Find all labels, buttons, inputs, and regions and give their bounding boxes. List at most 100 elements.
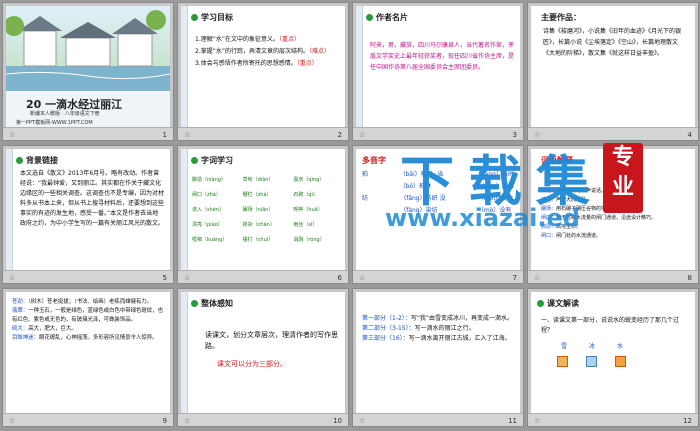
- bullet-icon: [191, 14, 198, 21]
- goal-text: 1.理解“水”在文中的象征意义。: [195, 36, 279, 43]
- slide-thumbnail-12[interactable]: 课文解读 一、读课文第一部分，说说水的蜕变经历了那几个过程？ 雪 冰 水 ☆ 1…: [527, 288, 699, 427]
- slide-heading: 学习目标: [191, 12, 233, 23]
- site-label: 第一PPT模板网-WWW.1PPT.COM: [16, 120, 93, 126]
- slide-thumbnail-2[interactable]: 学习目标 1.理解“水”在文中的象征意义。（重点） 2.掌握“水”的行踪，弄清文…: [177, 2, 349, 141]
- slide-grid: 20 一滴水经过丽江 新编本人教版 · 八年级语文下册 第一PPT模板网-WWW…: [0, 0, 700, 431]
- task-text: 读课文，划分文章层次，理清作者的写作思路。: [205, 331, 338, 350]
- answer-text: 课文可以分为三部分。: [217, 360, 287, 368]
- definition-word: 苍劲：: [12, 299, 29, 305]
- slide-thumbnail-5[interactable]: 背景链接 本文选自《散文》2013年6月号。略有改动。作者曾经说：“我最钟爱，又…: [2, 145, 174, 284]
- slide-number: 5: [162, 274, 167, 282]
- part-label: 第二部分（3-15）：: [362, 325, 415, 332]
- slide-heading: 整体感知: [191, 298, 233, 309]
- slide-thumbnail-3[interactable]: 作者名片 阿来，男，藏族，四川马尔康县人，当代著名作家，茅盾文学奖史上最年轻获奖…: [352, 2, 524, 141]
- slide-footer: ☆ 5: [3, 270, 173, 283]
- slide-footer: ☆ 9: [3, 413, 173, 426]
- question-text: 一、读课文第一部分，说说水的蜕变经历了那几个过程？: [541, 317, 680, 334]
- slide-heading: 课文解读: [537, 298, 579, 309]
- definition-text: 高大，肥大，巨大。: [28, 326, 77, 332]
- heading-text: 学习目标: [201, 13, 233, 22]
- goal-item: 2.掌握“水”的行踪，弄清文章的层次结构。（难点）: [195, 46, 339, 58]
- left-stripe: [181, 292, 188, 414]
- part-item: 第一部分（1-2）：写“我”由雪变成冰川，再变成一滴水。: [362, 314, 514, 324]
- vocab-cell: 雨丝（sī）: [293, 222, 318, 228]
- slide-number: 6: [337, 274, 342, 282]
- left-stripe: [181, 149, 188, 271]
- goal-text: 2.掌握“水”的行踪，弄清文章的层次结构。: [195, 48, 309, 55]
- vocab-row: 漂亮（piào） 掺杂（chān） 雨丝（sī）: [192, 218, 342, 233]
- vocab-row: 闸口（zhá） 栅栏（zhà） 石砌（qì）: [192, 188, 342, 203]
- author-bio: 阿来，男，藏族，四川马尔康县人，当代著名作家，茅盾文学奖史上最年轻获奖者，现任四…: [370, 42, 515, 71]
- slide-thumbnail-9[interactable]: 苍劲：（树木）苍老挺拔；（书法、绘画）老练而雄健有力。 翡翠：一种玉石，一般是绿…: [2, 288, 174, 427]
- transition-icon: ☆: [534, 274, 541, 282]
- town-illustration: [4, 10, 171, 91]
- bullet-icon: [191, 157, 198, 164]
- slide-number: 8: [687, 274, 692, 282]
- snowflake-icon: [557, 356, 568, 367]
- transition-icon: ☆: [359, 131, 366, 139]
- left-stripe: [356, 6, 363, 128]
- slide-heading: 多音字: [362, 156, 386, 165]
- vocab-row: 渗入（shèn） 碾场（niǎn） 哗哗（huā）: [192, 203, 342, 218]
- slide-number: 12: [683, 417, 692, 425]
- vocab-row: 哐啷（kuāng） 捶打（chuí） 消融（róng）: [192, 233, 342, 248]
- slide-thumbnail-11[interactable]: 第一部分（1-2）：写“我”由雪变成冰川，再变成一滴水。 第二部分（3-15）：…: [352, 288, 524, 427]
- structure-list: 第一部分（1-2）：写“我”由雪变成冰川，再变成一滴水。 第二部分（3-15）：…: [362, 314, 514, 344]
- definition-item: 翡翠：一种玉石，一般是绿色，蓝绿色或白色中带绿色斑纹，也有红色、紫色或无色的，有…: [12, 307, 166, 325]
- part-item: 第二部分（3-15）：写一滴水的丽江之行。: [362, 324, 514, 334]
- slide-thumbnail-4[interactable]: 主要作品： 诗集《梭磨河》，小说集《旧年的血迹》《月光下的银匠》，长篇小说《尘埃…: [527, 2, 699, 141]
- bullet-icon: [16, 157, 23, 164]
- heading-text: 作者名片: [376, 13, 408, 22]
- bullet-icon: [537, 300, 544, 307]
- vocab-cell: 栅栏（zhà）: [242, 192, 272, 198]
- heading-text: 背景链接: [26, 156, 58, 165]
- slide-footer: ☆ 7: [353, 270, 523, 283]
- bullet-icon: [366, 14, 373, 21]
- slide-thumbnail-10[interactable]: 整体感知 读课文，划分文章层次，理清作者的写作思路。 课文可以分为三部分。 ☆ …: [177, 288, 349, 427]
- slide-footer: ☆ 10: [178, 413, 348, 426]
- goal-tag: （重点）: [278, 36, 300, 43]
- definition-word: 目眩神迷：: [12, 335, 39, 341]
- definition-word: 闸口：: [541, 233, 557, 239]
- definition-word: 翡翠：: [12, 308, 29, 314]
- slide-thumbnail-6[interactable]: 字词学习 酿造（niàng） 草甸（diàn） 嘉庆（qìng） 闸口（zhá） 栅栏…: [177, 145, 349, 284]
- transition-icon: ☆: [534, 417, 541, 425]
- stage-label-snow: 雪: [561, 343, 568, 350]
- vocab-cell: 哗哗（huā）: [293, 207, 323, 213]
- vocab-cell: 酿造（niàng）: [192, 177, 226, 183]
- slide-thumbnail-1[interactable]: 20 一滴水经过丽江 新编本人教版 · 八年级语文下册 第一PPT模板网-WWW…: [2, 2, 174, 141]
- slide-number: 1: [162, 131, 167, 139]
- goal-tag: （重点）: [296, 60, 318, 67]
- scenery-picture: [4, 6, 171, 91]
- heading-text: 课文解读: [547, 299, 579, 308]
- heading-text: 字词学习: [201, 156, 233, 165]
- transition-icon: ☆: [184, 417, 191, 425]
- vocab-cell: 碾场（niǎn）: [242, 207, 274, 213]
- definition-word: 硕大：: [12, 326, 29, 332]
- slide-number: 10: [333, 417, 342, 425]
- transition-icon: ☆: [359, 417, 366, 425]
- title-band: 20 一滴水经过丽江 新编本人教版 · 八年级语文下册 第一PPT模板网-WWW…: [6, 91, 170, 128]
- slide-heading: 背景链接: [16, 155, 58, 166]
- works-text: 诗集《梭磨河》，小说集《旧年的血迹》《月光下的银匠》，长篇小说《尘埃落定》《空山…: [543, 28, 682, 57]
- slide-canvas: 字词学习 酿造（niàng） 草甸（diàn） 嘉庆（qìng） 闸口（zhá） 栅栏…: [181, 149, 345, 271]
- transition-icon: ☆: [9, 274, 16, 282]
- slide-number: 2: [337, 131, 342, 139]
- watermark-seal: 专业: [603, 143, 643, 213]
- slide-number: 4: [687, 131, 692, 139]
- vocab-cell: 草甸（diàn）: [242, 177, 274, 183]
- watermark-url: www.xiazai.ed: [385, 204, 580, 232]
- stage-label-ice: 冰: [589, 343, 596, 350]
- background-text: 本文选自《散文》2013年6月号。略有改动。作者曾经说：“我最钟爱，又到丽江。其…: [20, 170, 165, 227]
- part-label: 第三部分（16）：: [362, 335, 409, 342]
- ice-icon: [585, 356, 597, 367]
- vocab-cell: 消融（róng）: [293, 237, 325, 243]
- transition-icon: ☆: [9, 131, 16, 139]
- water-drop-icon: [614, 356, 626, 367]
- vocab-cell: 哐啷（kuāng）: [192, 237, 228, 243]
- goal-list: 1.理解“水”在文中的象征意义。（重点） 2.掌握“水”的行踪，弄清文章的层次结…: [195, 34, 339, 70]
- vocab-cell: 漂亮（piào）: [192, 222, 223, 228]
- bullet-icon: [191, 300, 198, 307]
- slide-canvas: 课文解读 一、读课文第一部分，说说水的蜕变经历了那几个过程？ 雪 冰 水: [531, 292, 695, 414]
- definition-text: 眼花缭乱，心神摇荡。多形容所见情景令人惊异。: [38, 335, 158, 341]
